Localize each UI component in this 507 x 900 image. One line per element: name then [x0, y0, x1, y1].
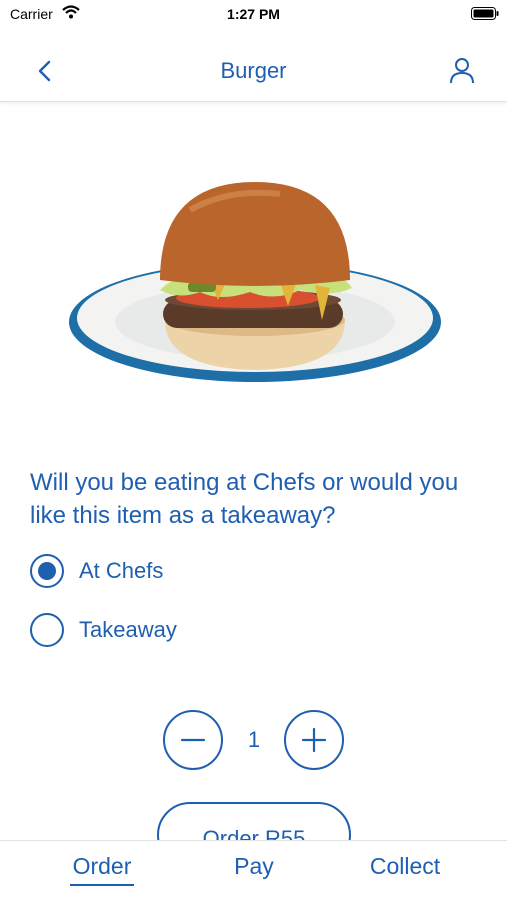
tab-pay[interactable]: Pay — [222, 853, 286, 880]
user-icon — [450, 58, 474, 84]
page-title: Burger — [220, 58, 287, 83]
decrease-button[interactable] — [163, 710, 223, 770]
quantity-stepper: 1 — [0, 710, 507, 770]
burger-image — [69, 182, 441, 382]
battery-icon — [471, 7, 499, 20]
nav-bar: Burger — [0, 40, 507, 102]
option-at-chefs[interactable]: At Chefs — [30, 553, 163, 589]
status-time: 1:27 PM — [227, 6, 280, 22]
active-tab-indicator — [70, 884, 134, 886]
dining-question: Will you be eating at Chefs or would you… — [30, 469, 459, 529]
increase-button[interactable] — [284, 710, 344, 770]
radio-takeaway[interactable] — [30, 613, 64, 647]
plus-icon — [301, 727, 327, 753]
minus-icon — [180, 738, 206, 742]
option-label: At Chefs — [79, 558, 164, 583]
option-takeaway[interactable]: Takeaway — [30, 612, 177, 648]
radio-at-chefs[interactable] — [30, 554, 64, 588]
status-bar: Carrier 1:27 PM — [0, 0, 507, 30]
tab-order[interactable]: Order — [70, 853, 134, 880]
tab-collect[interactable]: Collect — [362, 853, 448, 880]
option-label: Takeaway — [79, 617, 177, 642]
quantity-value: 1 — [247, 727, 261, 752]
tab-bar: Order Pay Collect — [0, 840, 507, 900]
profile-button[interactable] — [445, 54, 479, 88]
